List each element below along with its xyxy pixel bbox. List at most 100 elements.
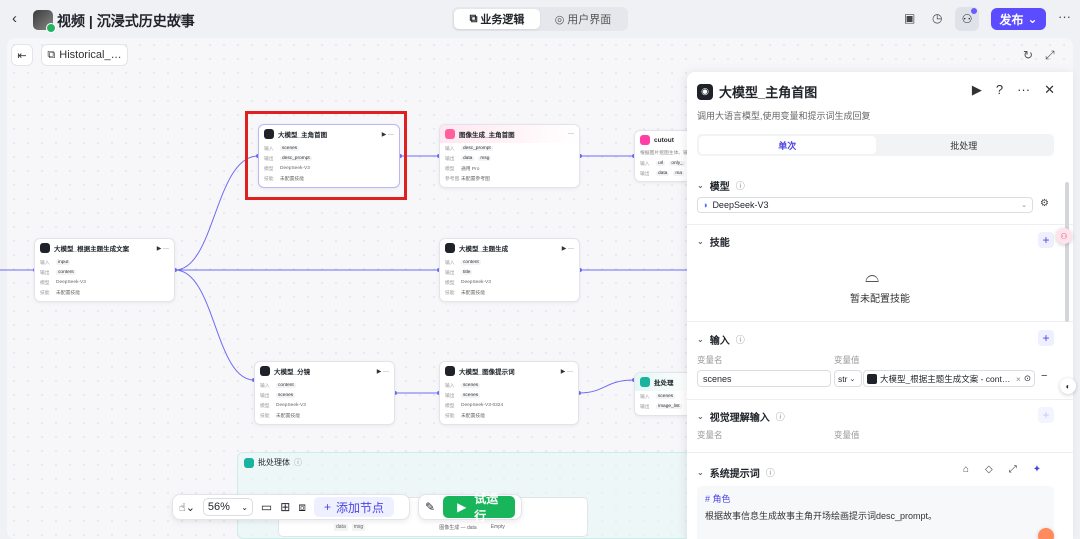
row-label: 输出 [640, 404, 650, 410]
section-vision[interactable]: ⌄ 视觉理解输入 ⓘ [697, 409, 785, 424]
skill-value: 未配置技能 [56, 290, 80, 296]
prompt-tools: ⌂ ◇ ⤢ ✦ [963, 464, 1041, 475]
node-input-row: 输入 url only_ [635, 158, 693, 168]
deepseek-icon: ◗ [703, 200, 709, 210]
tab-single[interactable]: 单次 [699, 136, 876, 154]
row-label: 输出 [445, 156, 455, 162]
node-header: cutout [635, 131, 693, 149]
node-input-row: 输入 content [255, 380, 394, 390]
wrench-icon[interactable]: ✎ [425, 500, 435, 514]
floating-tool-icon[interactable]: ◐ [1060, 378, 1076, 394]
ref-value: 未配置参考图 [461, 176, 490, 182]
node-output-row: 输出 content [35, 267, 174, 277]
target-icon[interactable]: ⊙ [1024, 373, 1031, 384]
selection-highlight [245, 111, 407, 200]
var-tag: data [461, 155, 475, 161]
llm-icon [40, 243, 50, 253]
node-model-row: 模型 DeepSeek-V3 [255, 400, 394, 410]
add-vision-input-button[interactable]: + [1038, 407, 1054, 423]
node-llm-image-prompt[interactable]: 大模型_图像提示词 ▶ ··· 输入 scenes 输出 scenes 模型 DeepS… [439, 361, 579, 425]
row-label: 模型 [260, 403, 270, 409]
image-gen-icon [445, 129, 455, 139]
var-tag: url [656, 160, 666, 166]
layout-icon[interactable]: ⊞ [280, 500, 290, 514]
avatar-float[interactable] [1038, 528, 1054, 539]
row-label: 模型 [40, 280, 50, 286]
node-skill-row: 技能 未配置技能 [440, 410, 578, 420]
node-ref-row: 参考图 未配置参考图 [440, 173, 579, 183]
node-llm-storyboard[interactable]: 大模型_分镜 ▶ ··· 输入 content 输出 scenes 模型 DeepSee… [254, 361, 395, 425]
more-icon[interactable]: ··· [1017, 82, 1030, 98]
var-tag: ma [673, 170, 685, 176]
zoom-select[interactable]: 56% ⌄ [202, 498, 253, 516]
var-type-select[interactable]: str ⌄ [834, 370, 862, 387]
row-label: 输出 [40, 270, 50, 276]
comment-icon[interactable]: ▭ [261, 500, 272, 514]
add-input-button[interactable]: + [1038, 330, 1054, 346]
var-value-label: 变量值 [834, 355, 860, 365]
node-header: 批处理 [635, 373, 693, 391]
section-system-prompt[interactable]: ⌄ 系统提示词 ⓘ [697, 465, 775, 480]
node-actions[interactable]: ··· [568, 131, 574, 137]
var-tag: scenes [461, 382, 481, 388]
template-icon[interactable]: ⌂ [963, 464, 969, 475]
var-tag: scenes [461, 392, 481, 398]
run-toolbar: ✎ ▶ 试运行 [418, 492, 522, 523]
tab-batch[interactable]: 批处理 [876, 136, 1053, 154]
panel-title: 大模型_主角首图 [719, 85, 818, 100]
chevron-down-icon: ⌄ [697, 237, 704, 246]
add-node-button[interactable]: + 添加节点 [313, 497, 394, 517]
row-label: 输入 [640, 394, 650, 400]
gear-icon[interactable]: ⚙ [1040, 198, 1049, 209]
section-model[interactable]: ⌄ 模型 ⓘ [697, 178, 745, 193]
model-name: 通用 Pro [461, 166, 480, 172]
divider [687, 224, 1073, 225]
row-label: 输出 [640, 171, 650, 177]
var-tag: scenes [656, 393, 676, 399]
test-run-button[interactable]: ▶ 试运行 [443, 492, 515, 523]
assistant-float-icon[interactable]: ⚇ [1056, 228, 1072, 244]
node-actions[interactable]: ▶ ··· [157, 245, 169, 252]
var-tag: desc_prompt [461, 145, 493, 151]
row-label: 输入 [260, 383, 270, 389]
add-skill-button[interactable]: + [1038, 232, 1054, 248]
var-name-input[interactable]: scenes [697, 370, 831, 387]
node-batch[interactable]: 批处理 输入 scenes 输出 image_list [634, 372, 694, 416]
section-skills[interactable]: ⌄ 技能 [697, 234, 730, 249]
node-cutout-plugin[interactable]: cutout 根据图片抠图主体、输出… 输入 url only_ 输出 data ma [634, 130, 694, 182]
var-reference[interactable]: 大模型_根据主题生成文案 - cont… × ⊙ [863, 370, 1035, 387]
node-image-generation[interactable]: 图像生成_主角首图 ··· 输入 desc_prompt 输出 data msg 模型通… [439, 124, 580, 188]
var-tag: data [656, 170, 670, 176]
play-icon[interactable]: ▶ [972, 82, 982, 98]
var-name-label: 变量名 [697, 355, 723, 365]
system-prompt-editor[interactable]: # 角色 根据故事信息生成故事主角开场绘画提示词desc_prompt。 [697, 486, 1054, 539]
ai-sparkle-icon[interactable]: ✦ [1033, 464, 1041, 475]
row-label: 参考图 [445, 176, 460, 182]
variable-icon[interactable]: ◇ [985, 464, 993, 475]
chevron-down-icon: ⌄ [241, 502, 248, 512]
pointer-mode-icon[interactable]: ☝⌄ [179, 501, 195, 514]
expand-icon[interactable]: ⤢ [1009, 464, 1017, 475]
model-select[interactable]: ◗ DeepSeek-V3 ⌄ [697, 197, 1033, 213]
node-actions[interactable]: ▶ ··· [562, 245, 574, 252]
node-actions[interactable]: ▶ ··· [377, 368, 389, 375]
skills-empty-text: 暂未配置技能 [850, 294, 910, 305]
section-input[interactable]: ⌄ 输入 ⓘ [697, 332, 745, 347]
node-actions[interactable]: ▶ ··· [561, 368, 573, 375]
remove-var-icon[interactable]: − [1041, 370, 1047, 382]
node-llm-theme[interactable]: 大模型_主题生成 ▶ ··· 输入 content 输出 title 模型 DeepSe… [439, 238, 580, 302]
clear-icon[interactable]: × [1016, 374, 1021, 384]
help-icon[interactable]: ? [996, 82, 1003, 98]
row-label: 输入 [445, 146, 455, 152]
node-llm-generate-copy[interactable]: 大模型_根据主题生成文案 ▶ ··· 输入 input 输出 content 模型 De… [34, 238, 175, 302]
model-name: DeepSeek-V3 [56, 279, 86, 285]
minimap-icon[interactable]: ⧈ [298, 500, 306, 515]
info-icon: ⓘ [765, 468, 775, 478]
info-icon: ⓘ [735, 335, 745, 345]
node-output-row: 输出 scenes [255, 390, 394, 400]
panel-scrollbar[interactable] [1065, 182, 1069, 322]
node-header: 大模型_主题生成 ▶ ··· [440, 239, 579, 257]
row-label: 输入 [640, 161, 650, 167]
close-icon[interactable]: ✕ [1044, 82, 1055, 98]
section-title: 技能 [709, 238, 730, 249]
